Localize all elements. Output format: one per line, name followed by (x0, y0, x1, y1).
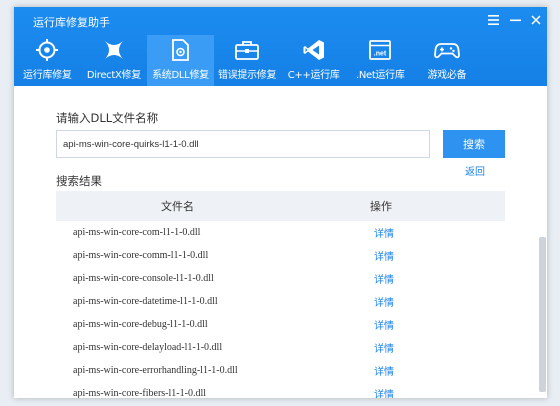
nav-label: 运行库修复 (23, 70, 72, 81)
table-row: api-ms-win-core-console-l1-1-0.dll 详情 (56, 267, 505, 290)
table-header: 文件名 操作 (56, 191, 505, 221)
dotnet-window-icon: .net (367, 38, 393, 62)
table-row: api-ms-win-core-errorhandling-l1-1-0.dll… (56, 359, 505, 382)
table-row: api-ms-win-core-delayload-l1-1-0.dll 详情 (56, 336, 505, 359)
column-header-file: 文件名 (161, 200, 194, 213)
details-link[interactable]: 详情 (374, 294, 394, 309)
nav-item-cpp-runtime[interactable]: C++运行库 (280, 35, 347, 86)
table-row: api-ms-win-core-datetime-l1-1-0.dll 详情 (56, 290, 505, 313)
dll-search-input[interactable] (56, 130, 430, 158)
search-prompt: 请输入DLL文件名称 (56, 111, 159, 125)
file-name: api-ms-win-core-datetime-l1-1-0.dll (73, 296, 218, 307)
nav-item-runtime-repair[interactable]: 运行库修复 (14, 35, 81, 86)
nav-item-error-fix[interactable]: 错误提示修复 (214, 35, 281, 86)
file-name: api-ms-win-core-comm-l1-1-0.dll (73, 250, 209, 261)
table-row: api-ms-win-core-debug-l1-1-0.dll 详情 (56, 313, 505, 336)
nav-bar: 运行库修复 DirectX修复 系统DLL修复 错误提示修复 C++运行库 .n… (14, 35, 547, 86)
file-name: api-ms-win-core-fibers-l1-1-0.dll (73, 388, 207, 398)
file-name: api-ms-win-core-console-l1-1-0.dll (73, 273, 214, 284)
header-bar: 运行库修复助手 运行库修复 DirectX修复 系统DLL修复 错误提示修复 C… (14, 7, 547, 86)
results-label: 搜索结果 (56, 174, 102, 188)
file-name: api-ms-win-core-debug-l1-1-0.dll (73, 319, 208, 330)
file-name: api-ms-win-core-delayload-l1-1-0.dll (73, 342, 223, 353)
column-header-op: 操作 (370, 200, 392, 213)
crosshair-icon (34, 38, 60, 62)
details-link[interactable]: 详情 (374, 271, 394, 286)
nav-item-directx[interactable]: DirectX修复 (81, 35, 148, 86)
details-link[interactable]: 详情 (374, 225, 394, 240)
table-row: api-ms-win-core-comm-l1-1-0.dll 详情 (56, 244, 505, 267)
back-link[interactable]: 返回 (465, 163, 485, 178)
table-row: api-ms-win-core-com-l1-1-0.dll 详情 (56, 221, 505, 244)
details-link[interactable]: 详情 (374, 317, 394, 332)
file-name: api-ms-win-core-errorhandling-l1-1-0.dll (73, 365, 238, 376)
file-name: api-ms-win-core-com-l1-1-0.dll (73, 227, 201, 238)
results-table: 文件名 操作 api-ms-win-core-com-l1-1-0.dll 详情… (56, 191, 505, 398)
directx-icon (101, 38, 127, 62)
details-link[interactable]: 详情 (374, 386, 394, 398)
nav-label: 游戏必备 (427, 70, 467, 81)
search-button[interactable]: 搜索 (443, 130, 505, 158)
close-icon[interactable] (529, 13, 543, 27)
nav-item-dotnet[interactable]: .net .Net运行库 (347, 35, 414, 86)
gamepad-icon (433, 38, 460, 62)
nav-label: 错误提示修复 (217, 70, 277, 81)
details-link[interactable]: 详情 (374, 248, 394, 263)
nav-label: DirectX修复 (86, 70, 141, 81)
nav-label: 系统DLL修复 (152, 70, 209, 81)
details-link[interactable]: 详情 (374, 363, 394, 378)
nav-label: C++运行库 (287, 70, 340, 81)
minimize-icon[interactable] (508, 13, 522, 27)
nav-item-games[interactable]: 游戏必备 (414, 35, 481, 86)
svg-text:.net: .net (374, 51, 387, 58)
table-row: api-ms-win-core-fibers-l1-1-0.dll 详情 (56, 382, 505, 398)
dll-file-icon (167, 38, 193, 62)
nav-label: .Net运行库 (355, 70, 405, 81)
app-window: 运行库修复助手 运行库修复 DirectX修复 系统DLL修复 错误提示修复 C… (14, 7, 547, 398)
main-content: 请输入DLL文件名称 搜索 返回 搜索结果 文件名 操作 api-ms-win-… (14, 86, 547, 398)
visual-studio-icon (301, 38, 327, 62)
toolbox-icon (234, 38, 260, 62)
scrollbar-thumb[interactable] (539, 237, 546, 392)
menu-icon[interactable] (486, 13, 500, 27)
details-link[interactable]: 详情 (374, 340, 394, 355)
app-title: 运行库修复助手 (33, 16, 110, 29)
nav-item-system-dll[interactable]: 系统DLL修复 (147, 35, 214, 86)
